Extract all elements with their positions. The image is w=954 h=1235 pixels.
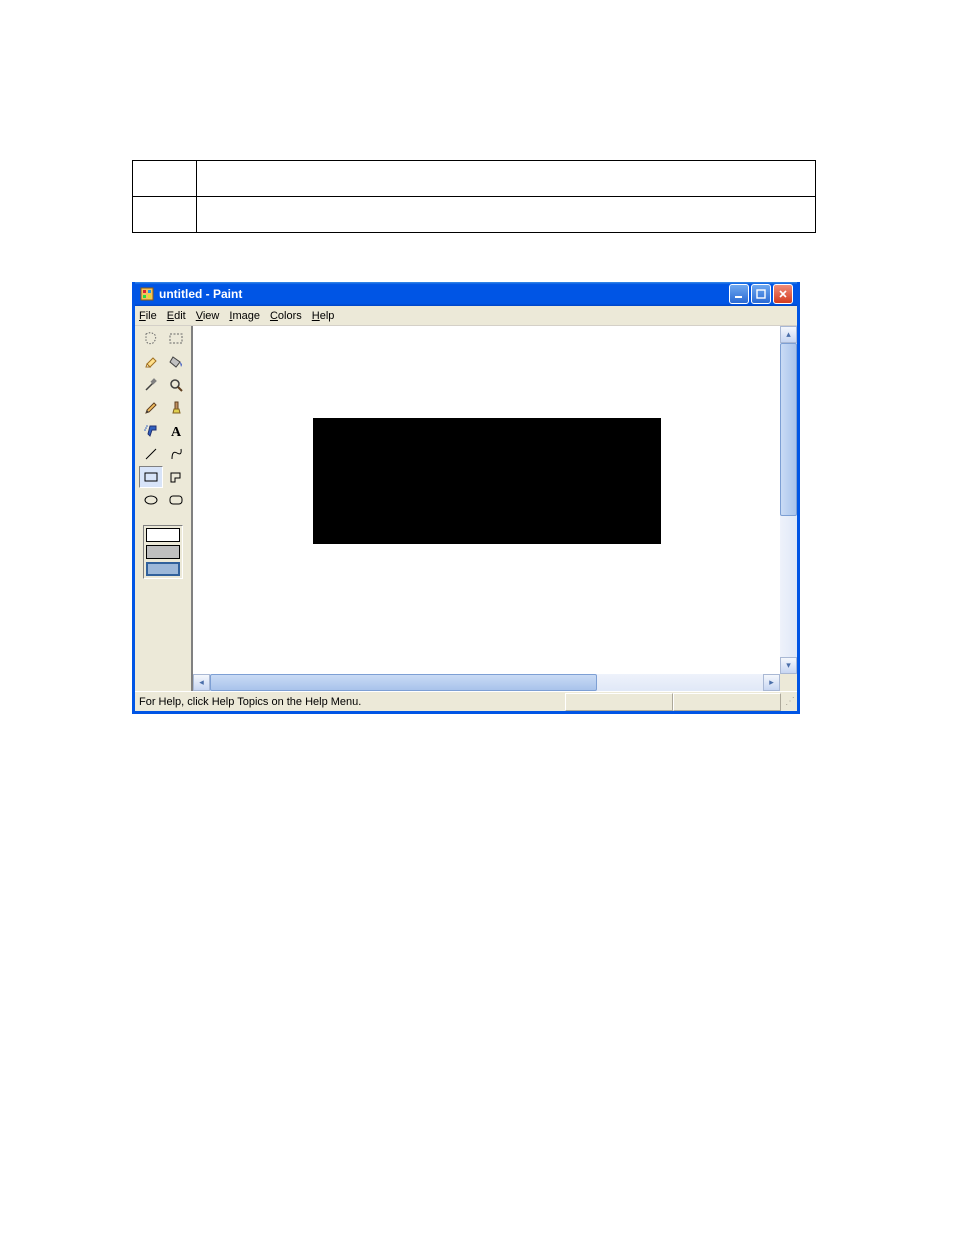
tool-ellipse[interactable] bbox=[139, 489, 163, 511]
tool-rounded-rect[interactable] bbox=[164, 489, 188, 511]
maximize-button[interactable] bbox=[751, 284, 771, 304]
tool-eraser[interactable] bbox=[139, 351, 163, 373]
tool-brush[interactable] bbox=[164, 397, 188, 419]
empty-table bbox=[132, 160, 816, 233]
scroll-corner bbox=[780, 674, 797, 691]
statusbar: For Help, click Help Topics on the Help … bbox=[135, 691, 797, 711]
tool-rectangle[interactable] bbox=[139, 466, 163, 488]
scroll-left-arrow-icon[interactable]: ◂ bbox=[193, 674, 210, 691]
tool-airbrush[interactable] bbox=[139, 420, 163, 442]
status-text: For Help, click Help Topics on the Help … bbox=[135, 693, 565, 711]
minimize-button[interactable] bbox=[729, 284, 749, 304]
drawn-rectangle bbox=[313, 418, 661, 544]
close-button[interactable] bbox=[773, 284, 793, 304]
tool-line[interactable] bbox=[139, 443, 163, 465]
titlebar[interactable]: untitled - Paint bbox=[135, 282, 797, 306]
canvas[interactable] bbox=[193, 326, 780, 674]
fill-option-outline-fill[interactable] bbox=[146, 545, 180, 559]
svg-text:A: A bbox=[171, 425, 182, 439]
menu-image[interactable]: Image bbox=[229, 310, 260, 322]
scroll-thumb[interactable] bbox=[780, 343, 797, 516]
scroll-up-arrow-icon[interactable]: ▴ bbox=[780, 326, 797, 343]
scroll-down-arrow-icon[interactable]: ▾ bbox=[780, 657, 797, 674]
scroll-track[interactable] bbox=[210, 674, 763, 691]
tool-curve[interactable] bbox=[164, 443, 188, 465]
paint-window: untitled - Paint File Edit View Image Co… bbox=[132, 282, 800, 714]
menubar: File Edit View Image Colors Help bbox=[135, 306, 797, 326]
tool-rect-select[interactable] bbox=[164, 328, 188, 350]
fill-option-outline[interactable] bbox=[146, 528, 180, 542]
status-size bbox=[673, 693, 781, 711]
toolbox: A bbox=[135, 326, 191, 691]
table-cell bbox=[133, 161, 197, 197]
menu-colors[interactable]: Colors bbox=[270, 310, 302, 322]
app-icon bbox=[139, 286, 155, 302]
tool-polygon[interactable] bbox=[164, 466, 188, 488]
tool-pencil[interactable] bbox=[139, 397, 163, 419]
status-coords bbox=[565, 693, 673, 711]
window-title: untitled - Paint bbox=[159, 287, 729, 301]
resize-grip-icon[interactable]: ⋰ bbox=[781, 694, 797, 709]
menu-view[interactable]: View bbox=[196, 310, 220, 322]
tool-fill[interactable] bbox=[164, 351, 188, 373]
tool-magnifier[interactable] bbox=[164, 374, 188, 396]
table-cell bbox=[196, 161, 815, 197]
tool-text[interactable]: A bbox=[164, 420, 188, 442]
menu-help[interactable]: Help bbox=[312, 310, 335, 322]
tool-options bbox=[143, 525, 183, 579]
scroll-thumb[interactable] bbox=[210, 674, 597, 691]
canvas-area: ▴ ▾ ◂ ▸ bbox=[191, 326, 797, 691]
client-area: A ▴ ▾ bbox=[135, 326, 797, 691]
tool-picker[interactable] bbox=[139, 374, 163, 396]
horizontal-scrollbar[interactable]: ◂ ▸ bbox=[193, 674, 780, 691]
scroll-track[interactable] bbox=[780, 343, 797, 657]
menu-file[interactable]: File bbox=[139, 310, 157, 322]
fill-option-solid[interactable] bbox=[146, 562, 180, 576]
menu-edit[interactable]: Edit bbox=[167, 310, 186, 322]
scroll-right-arrow-icon[interactable]: ▸ bbox=[763, 674, 780, 691]
table-cell bbox=[196, 197, 815, 233]
vertical-scrollbar[interactable]: ▴ ▾ bbox=[780, 326, 797, 674]
table-cell bbox=[133, 197, 197, 233]
tool-freeform-select[interactable] bbox=[139, 328, 163, 350]
